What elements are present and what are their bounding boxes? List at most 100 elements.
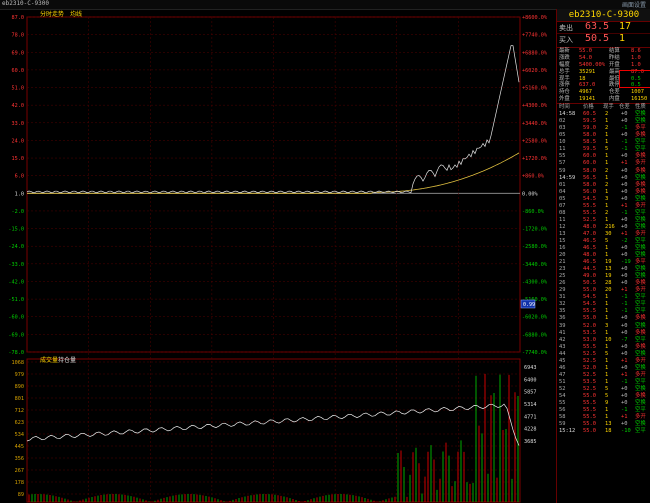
- tick-row[interactable]: 44 52.5 5 +0 空换: [557, 351, 650, 358]
- settings-link[interactable]: 画面设置: [622, 0, 646, 9]
- tick-row[interactable]: 08 55.5 2 -1 空平: [557, 210, 650, 217]
- tab-volume[interactable]: 成交量: [40, 355, 58, 364]
- tick-v: 10: [605, 336, 612, 343]
- tick-t: 44: [559, 350, 566, 357]
- right-axis-label: -4300.0%: [522, 279, 548, 285]
- tick-o: -1: [621, 407, 628, 414]
- tick-v: 1: [605, 160, 609, 167]
- tick-t: 21: [559, 259, 566, 266]
- tick-row[interactable]: 57 60.0 1 +1 多开: [557, 160, 650, 167]
- tick-o: +0: [621, 421, 628, 428]
- price-line: [26, 45, 520, 194]
- tick-t: 11: [559, 146, 566, 153]
- tick-row[interactable]: 13 47.0 30 +1 多开: [557, 231, 650, 238]
- tick-list[interactable]: 14:58 60.5 2 +0 空换 02 59.5 1 +0 空换 03 59.0 2 -1 多平 05 58…: [557, 111, 650, 435]
- tick-row[interactable]: 52 52.5 5 +0 空换: [557, 386, 650, 393]
- right-axis-label: +6880.0%: [522, 50, 548, 56]
- oi-axis-label: 6400: [524, 377, 537, 383]
- tick-row[interactable]: 39 52.0 3 +0 空换: [557, 323, 650, 330]
- tick-row[interactable]: 11 52.5 1 +0 空换: [557, 217, 650, 224]
- ask-label: 卖出: [559, 24, 573, 32]
- tick-o: +1: [621, 160, 628, 167]
- tick-v: 1: [605, 308, 609, 315]
- tick-row[interactable]: 07 55.5 1 +1 多开: [557, 203, 650, 210]
- tick-o: -1: [621, 294, 628, 301]
- tick-t: 32: [559, 301, 566, 308]
- tick-n: 空换: [635, 322, 646, 329]
- tick-p: 52.5: [583, 371, 596, 378]
- left-axis-label: -42.0: [8, 279, 24, 285]
- left-axis-label: 87.0: [12, 15, 25, 21]
- tick-p: 59.5: [583, 118, 596, 125]
- tick-p: 46.5: [583, 245, 596, 252]
- tick-row[interactable]: 01 58.0 2 +0 多换: [557, 182, 650, 189]
- tick-row[interactable]: 59 58.0 2 +0 多换: [557, 168, 650, 175]
- tick-v: 1: [605, 329, 609, 336]
- tick-row[interactable]: 14:59 56.5 1 +0 空换: [557, 175, 650, 182]
- tick-n: 多开: [635, 160, 646, 167]
- stat-value: 5400.00%: [579, 61, 605, 68]
- tick-row[interactable]: 16 46.5 1 +0 空换: [557, 245, 650, 252]
- chart-canvas[interactable]: +8600.0% 87.0 +7740.0% 78.0 +6880.0% 69.0 +602…: [0, 9, 556, 503]
- tick-row[interactable]: 43 55.5 1 +0 多换: [557, 344, 650, 351]
- tick-v: 1: [605, 407, 609, 414]
- tick-row[interactable]: 04 56.0 1 +0 多换: [557, 189, 650, 196]
- tick-o: -1: [621, 378, 628, 385]
- tick-t: 57: [559, 160, 566, 167]
- ticks-header: 时间 价格 现手 仓差 性质: [557, 103, 650, 111]
- tab-timeshare[interactable]: 分时走势: [40, 9, 64, 18]
- tab-average[interactable]: 均线: [70, 9, 82, 18]
- tick-row[interactable]: 05 54.5 3 +0 空换: [557, 196, 650, 203]
- tick-row[interactable]: 47 52.5 1 +1 多开: [557, 372, 650, 379]
- tick-o: +0: [621, 188, 628, 195]
- stat-label: 涨跌: [559, 54, 570, 61]
- tick-o: -19: [621, 259, 631, 266]
- tick-p: 46.5: [583, 237, 596, 244]
- tick-v: 1: [605, 343, 609, 350]
- vol-axis-label: 979: [15, 372, 24, 378]
- tick-o: -1: [621, 301, 628, 308]
- tick-row[interactable]: 51 53.5 1 -1 空平: [557, 379, 650, 386]
- tick-row[interactable]: 54 55.0 5 +0 多换: [557, 393, 650, 400]
- tick-t: 25: [559, 273, 566, 280]
- tab-open-interest[interactable]: 持仓量: [58, 355, 76, 364]
- tick-row[interactable]: 12 48.0 216 +0 空换: [557, 224, 650, 231]
- tick-n: 空换: [635, 216, 646, 223]
- tick-n: 空换: [635, 223, 646, 230]
- tick-o: +0: [621, 245, 628, 252]
- tick-row[interactable]: 45 52.5 1 +1 多开: [557, 358, 650, 365]
- tick-v: 9: [605, 400, 609, 407]
- right-axis-label: +6020.0%: [522, 68, 548, 74]
- tick-v: 1: [605, 378, 609, 385]
- tick-t: 03: [559, 125, 566, 132]
- tick-o: +0: [621, 364, 628, 371]
- left-axis-label: 24.0: [12, 138, 25, 144]
- vol-axis-label: 534: [15, 432, 24, 438]
- average-price-line: [27, 152, 520, 194]
- intraday-chart[interactable]: +8600.0% 87.0 +7740.0% 78.0 +6880.0% 69.0 +602…: [0, 9, 556, 503]
- tick-t: 05: [559, 132, 566, 139]
- tick-v: 1: [605, 364, 609, 371]
- tick-row[interactable]: 15 46.5 5 -2 空平: [557, 238, 650, 245]
- tick-o: +0: [621, 329, 628, 336]
- tick-row[interactable]: 46 52.0 1 +0 空换: [557, 365, 650, 372]
- stat-value: 16150: [631, 96, 648, 103]
- left-axis-label: 6.0: [15, 174, 24, 180]
- tick-t: 39: [559, 322, 566, 329]
- tick-row[interactable]: 41 53.5 1 +0 多换: [557, 330, 650, 337]
- col-vol: 现手: [603, 104, 614, 111]
- tick-p: 48.0: [583, 223, 596, 230]
- tick-row[interactable]: 15:12 55.0 18 -10 空平: [557, 428, 650, 435]
- tick-n: 多换: [635, 393, 646, 399]
- left-axis-zero: 1.0: [15, 191, 24, 197]
- tick-t: 54: [559, 393, 566, 399]
- tick-o: +0: [621, 315, 628, 322]
- tick-t: 20: [559, 252, 566, 259]
- tick-t: 31: [559, 294, 566, 301]
- tick-row[interactable]: 42 53.0 10 -7 空平: [557, 337, 650, 344]
- tick-row[interactable]: 36 55.0 1 +0 多换: [557, 315, 650, 322]
- tick-v: 19: [605, 273, 612, 280]
- tick-o: +0: [621, 393, 628, 399]
- left-axis-label: 78.0: [12, 33, 25, 39]
- tick-o: +1: [621, 230, 628, 237]
